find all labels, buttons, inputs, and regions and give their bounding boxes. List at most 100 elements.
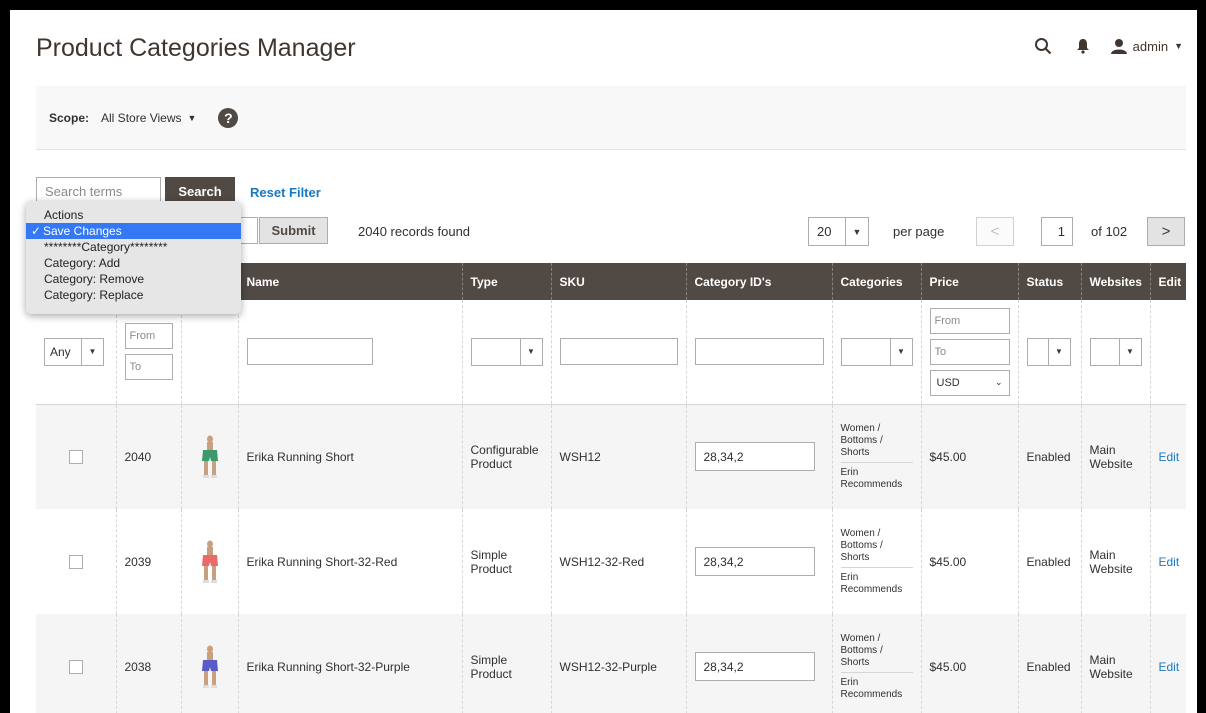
actions-select[interactable] <box>238 217 258 244</box>
currency-select[interactable]: USD ⌄ <box>929 369 1010 396</box>
checkmark-icon: ✓ <box>31 224 42 238</box>
help-icon[interactable]: ? <box>218 107 239 128</box>
category-path: Erin Recommends <box>840 676 903 700</box>
cell-id: 2039 <box>115 509 181 614</box>
per-page-label: per page <box>893 224 945 239</box>
category-ids-filter-input[interactable] <box>694 338 824 366</box>
status-filter-select[interactable]: ▼ <box>1026 337 1071 366</box>
table-row[interactable]: 2039 Erika Running Short-32-Red Simple Pro… <box>36 509 1186 614</box>
dropdown-item-category-add[interactable]: Category: Add <box>26 255 241 271</box>
cell-type: Configurable Product <box>461 404 551 509</box>
edit-link[interactable]: Edit <box>1159 555 1180 569</box>
category-list: Women / Bottoms / Shorts Erin Recommends <box>840 423 913 491</box>
chevron-down-icon: ▼ <box>1118 338 1141 365</box>
reset-filter-link[interactable]: Reset Filter <box>250 185 321 200</box>
edit-link[interactable]: Edit <box>1159 450 1180 464</box>
categories-filter-select[interactable]: ▼ <box>840 337 913 366</box>
cell-price: $45.00 <box>920 509 1018 614</box>
currency-value: USD <box>936 376 960 389</box>
col-header-name[interactable]: Name <box>237 263 462 300</box>
chevron-down-icon[interactable]: ▼ <box>844 218 868 245</box>
bell-icon[interactable] <box>1071 34 1095 58</box>
col-header-categories[interactable]: Categories <box>831 263 921 300</box>
col-header-websites[interactable]: Websites <box>1080 263 1150 300</box>
websites-filter-select[interactable]: ▼ <box>1089 337 1142 366</box>
dropdown-item-category-replace[interactable]: Category: Replace <box>26 287 241 303</box>
category-path: Erin Recommends <box>840 571 903 595</box>
dropdown-item-category-remove[interactable]: Category: Remove <box>26 271 241 287</box>
table-row[interactable]: 2038 Erika Running Short-32-Purple Simple … <box>36 614 1186 713</box>
category-path: Women / Bottoms / Shorts <box>840 423 913 463</box>
products-grid: Name Type SKU Category ID's Categories P… <box>36 263 1186 713</box>
user-icon <box>1110 39 1127 54</box>
page-number-input[interactable] <box>1041 217 1073 246</box>
filter-row: Any ▼ ▼ ▼ <box>36 300 1186 405</box>
id-from-input[interactable] <box>124 323 173 350</box>
cell-name: Erika Running Short-32-Purple <box>237 614 462 713</box>
row-checkbox[interactable] <box>68 449 83 464</box>
chevron-down-icon: ▼ <box>889 338 912 365</box>
cell-status: Enabled <box>1017 404 1081 509</box>
cell-name: Erika Running Short <box>237 404 462 509</box>
search-icon[interactable] <box>1031 34 1055 58</box>
prev-page-button[interactable]: < <box>976 217 1014 246</box>
table-row[interactable]: 2040 Erika Running Short Configurable Prod… <box>36 404 1186 509</box>
category-path: Women / Bottoms / Shorts <box>840 528 913 568</box>
dropdown-item-actions[interactable]: Actions <box>26 207 241 223</box>
select-filter[interactable]: Any ▼ <box>44 337 104 366</box>
sku-filter-input[interactable] <box>559 338 678 366</box>
category-list: Women / Bottoms / Shorts Erin Recommends <box>840 633 913 701</box>
product-thumbnail[interactable] <box>198 435 222 479</box>
scope-label: Scope: <box>49 110 90 125</box>
dropdown-item-category-separator[interactable]: ********Category******** <box>26 239 241 255</box>
category-path: Erin Recommends <box>840 466 903 490</box>
per-page-select[interactable]: 20 ▼ <box>808 217 869 246</box>
per-page-value: 20 <box>817 224 832 239</box>
chevron-down-icon: ▼ <box>1174 41 1183 51</box>
product-thumbnail[interactable] <box>198 540 222 584</box>
caret-down-icon: ▼ <box>187 112 197 123</box>
col-header-category-ids[interactable]: Category ID's <box>685 263 832 300</box>
col-header-status[interactable]: Status <box>1017 263 1081 300</box>
chevron-down-icon: ▼ <box>1047 338 1070 365</box>
category-ids-input[interactable] <box>694 652 815 681</box>
cell-type: Simple Product <box>461 509 551 614</box>
type-filter-select[interactable]: ▼ <box>470 337 543 366</box>
col-header-sku[interactable]: SKU <box>550 263 686 300</box>
actions-dropdown-menu: Actions ✓ Save Changes ********Category**… <box>26 201 241 314</box>
id-to-input[interactable] <box>124 354 173 381</box>
cell-sku: WSH12 <box>550 404 686 509</box>
cell-website: Main Website <box>1080 404 1150 509</box>
price-to-input[interactable] <box>929 338 1010 365</box>
user-menu[interactable]: admin ▼ <box>1110 38 1183 54</box>
row-checkbox[interactable] <box>68 659 83 674</box>
category-ids-input[interactable] <box>694 547 815 576</box>
store-view-switcher[interactable]: All Store Views ▼ <box>101 111 196 125</box>
cell-name: Erika Running Short-32-Red <box>237 509 462 614</box>
product-thumbnail[interactable] <box>198 645 222 689</box>
select-filter-value: Any <box>50 344 71 359</box>
edit-link[interactable]: Edit <box>1159 660 1180 674</box>
cell-price: $45.00 <box>920 614 1018 713</box>
chevron-down-icon: ▼ <box>519 338 542 365</box>
col-header-type[interactable]: Type <box>461 263 551 300</box>
admin-page: Product Categories Manager admin ▼ Scope… <box>10 10 1197 713</box>
submit-button[interactable]: Submit <box>259 217 328 244</box>
row-checkbox[interactable] <box>68 554 83 569</box>
chevron-down-icon: ⌄ <box>994 377 1003 388</box>
price-from-input[interactable] <box>929 307 1010 334</box>
cell-status: Enabled <box>1017 509 1081 614</box>
user-name: admin <box>1132 38 1169 54</box>
cell-status: Enabled <box>1017 614 1081 713</box>
cell-sku: WSH12-32-Purple <box>550 614 686 713</box>
cell-sku: WSH12-32-Red <box>550 509 686 614</box>
name-filter-input[interactable] <box>246 338 373 366</box>
cell-website: Main Website <box>1080 509 1150 614</box>
next-page-button[interactable]: > <box>1147 217 1185 246</box>
category-ids-input[interactable] <box>694 442 815 472</box>
dropdown-item-save-changes[interactable]: ✓ Save Changes <box>26 223 241 239</box>
cell-website: Main Website <box>1080 614 1150 713</box>
header-actions: admin ▼ <box>1031 34 1197 58</box>
scope-bar: Scope: All Store Views ▼ ? <box>36 86 1186 150</box>
col-header-price[interactable]: Price <box>920 263 1018 300</box>
